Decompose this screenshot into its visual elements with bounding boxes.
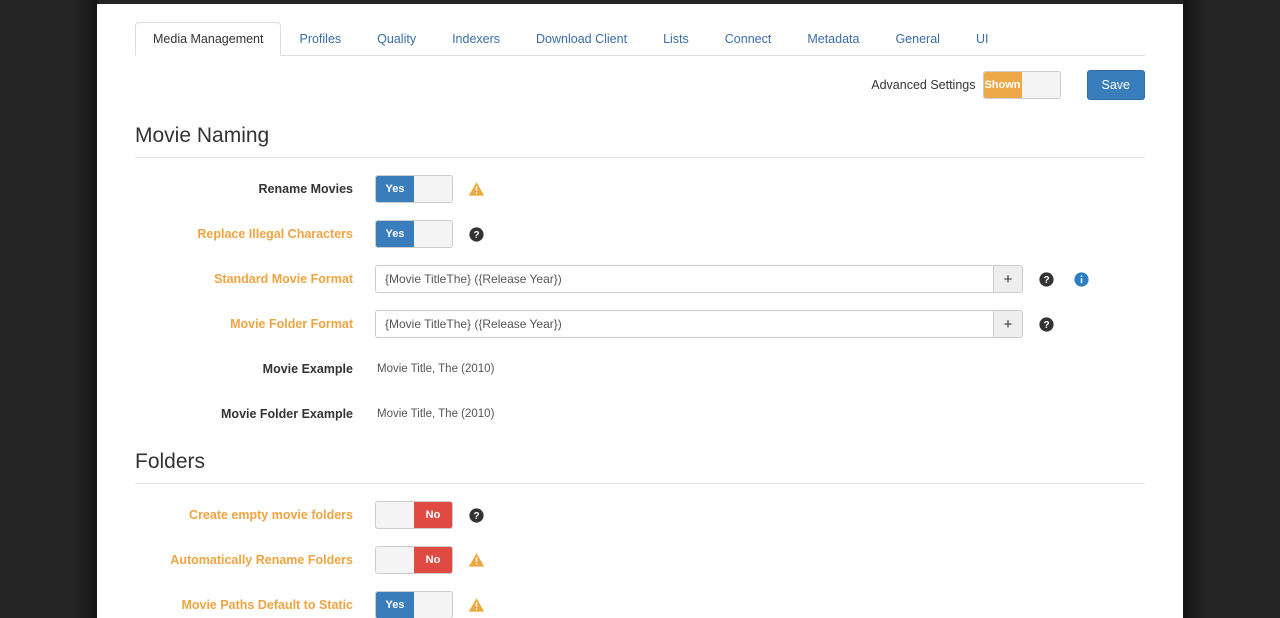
tab-indexers[interactable]: Indexers <box>434 22 518 56</box>
screen: Media Management Profiles Quality Indexers D… <box>0 0 1280 618</box>
tab-connect[interactable]: Connect <box>707 22 790 56</box>
input-group-movie-folder-format: + <box>375 310 1023 338</box>
svg-text:?: ? <box>473 511 479 522</box>
section-title: Movie Naming <box>135 124 1145 158</box>
advanced-settings-toggle-on[interactable]: Shown <box>983 72 1022 98</box>
warning-icon[interactable] <box>464 548 488 572</box>
label-create-empty-movie-folders: Create empty movie folders <box>189 508 353 522</box>
section-folders: Folders Create empty movie folders No? Aut… <box>135 450 1145 618</box>
label-replace-illegal-characters: Replace Illegal Characters <box>197 227 353 241</box>
add-token-button[interactable]: + <box>993 265 1023 293</box>
form-control: No <box>375 546 1145 574</box>
advanced-settings-toggle-off[interactable] <box>1021 72 1060 98</box>
add-token-button[interactable]: + <box>993 310 1023 338</box>
input-group-standard-movie-format: + <box>375 265 1023 293</box>
label-movie-folder-format: Movie Folder Format <box>230 317 353 331</box>
section-title: Folders <box>135 450 1145 484</box>
save-button[interactable]: Save <box>1086 70 1145 100</box>
form-control: +? <box>375 265 1145 293</box>
toggle-active-segment[interactable]: No <box>414 547 452 573</box>
label-automatically-rename-folders: Automatically Rename Folders <box>170 553 353 567</box>
label-movie-paths-default-to-static: Movie Paths Default to Static <box>181 598 353 612</box>
svg-text:?: ? <box>1043 275 1049 286</box>
example-movie-example: Movie Title, The (2010) <box>377 363 495 375</box>
toggle-inactive-segment[interactable] <box>414 176 452 202</box>
toggle-replace-illegal-characters[interactable]: Yes <box>375 220 453 248</box>
form-control: Yes ? <box>375 220 1145 248</box>
warning-icon[interactable] <box>464 177 488 201</box>
form-control: +? <box>375 310 1145 338</box>
toggle-inactive-segment[interactable] <box>376 502 414 528</box>
form-row: Movie Example Movie Title, The (2010) <box>135 355 1145 383</box>
settings-sections: Movie Naming Rename Movies Yes Replace Ill… <box>97 124 1183 618</box>
help-icon[interactable]: ? <box>1034 267 1058 291</box>
svg-text:?: ? <box>1043 320 1049 331</box>
form-row: Movie Folder Format +? <box>135 310 1145 338</box>
settings-toolbar: Advanced Settings Shown Save <box>135 68 1145 102</box>
toggle-inactive-segment[interactable] <box>414 592 452 618</box>
form-row: Create empty movie folders No? <box>135 501 1145 529</box>
toggle-inactive-segment[interactable] <box>376 547 414 573</box>
svg-text:?: ? <box>473 230 479 241</box>
tab-general[interactable]: General <box>877 22 957 56</box>
toggle-automatically-rename-folders[interactable]: No <box>375 546 453 574</box>
form-control: Yes <box>375 591 1145 618</box>
tab-download-client[interactable]: Download Client <box>518 22 645 56</box>
tab-metadata[interactable]: Metadata <box>789 22 877 56</box>
section-movie-naming: Movie Naming Rename Movies Yes Replace Ill… <box>135 124 1145 428</box>
window-shadow-left <box>74 0 98 618</box>
settings-panel: Media Management Profiles Quality Indexers D… <box>97 4 1183 618</box>
form-row: Replace Illegal Characters Yes ? <box>135 220 1145 248</box>
toggle-movie-paths-default-to-static[interactable]: Yes <box>375 591 453 618</box>
info-icon[interactable] <box>1069 267 1093 291</box>
tab-media-management[interactable]: Media Management <box>135 22 282 56</box>
toggle-active-segment[interactable]: Yes <box>376 176 414 202</box>
example-movie-folder-example: Movie Title, The (2010) <box>377 408 495 420</box>
toggle-active-segment[interactable]: Yes <box>376 592 414 618</box>
form-row: Standard Movie Format +? <box>135 265 1145 293</box>
label-rename-movies: Rename Movies <box>258 182 353 196</box>
tab-lists[interactable]: Lists <box>645 22 707 56</box>
input-movie-folder-format[interactable] <box>375 310 993 338</box>
help-icon[interactable]: ? <box>464 222 488 246</box>
warning-icon[interactable] <box>464 593 488 617</box>
form-control: Movie Title, The (2010) <box>375 363 1145 375</box>
help-icon[interactable]: ? <box>1034 312 1058 336</box>
form-row: Rename Movies Yes <box>135 175 1145 203</box>
tab-ui[interactable]: UI <box>958 22 1007 56</box>
input-standard-movie-format[interactable] <box>375 265 993 293</box>
label-standard-movie-format: Standard Movie Format <box>214 272 353 286</box>
form-row: Movie Paths Default to Static Yes <box>135 591 1145 618</box>
tab-quality[interactable]: Quality <box>359 22 434 56</box>
tab-profiles[interactable]: Profiles <box>281 22 359 56</box>
toggle-create-empty-movie-folders[interactable]: No <box>375 501 453 529</box>
toggle-rename-movies[interactable]: Yes <box>375 175 453 203</box>
label-movie-example: Movie Example <box>262 362 353 376</box>
form-control: No? <box>375 501 1145 529</box>
form-control: Movie Title, The (2010) <box>375 408 1145 420</box>
form-row: Movie Folder Example Movie Title, The (20… <box>135 400 1145 428</box>
help-icon[interactable]: ? <box>464 503 488 527</box>
form-row: Automatically Rename Folders No <box>135 546 1145 574</box>
advanced-settings-label: Advanced Settings <box>871 78 976 92</box>
toggle-active-segment[interactable]: Yes <box>376 221 414 247</box>
form-control: Yes <box>375 175 1145 203</box>
label-movie-folder-example: Movie Folder Example <box>221 407 353 421</box>
toggle-active-segment[interactable]: No <box>414 502 452 528</box>
advanced-settings-toggle[interactable]: Shown <box>982 71 1061 99</box>
settings-content: Media Management Profiles Quality Indexers D… <box>97 4 1183 618</box>
window-shadow-right <box>1183 0 1207 618</box>
toggle-inactive-segment[interactable] <box>414 221 452 247</box>
settings-tabs: Media Management Profiles Quality Indexers D… <box>135 22 1145 56</box>
